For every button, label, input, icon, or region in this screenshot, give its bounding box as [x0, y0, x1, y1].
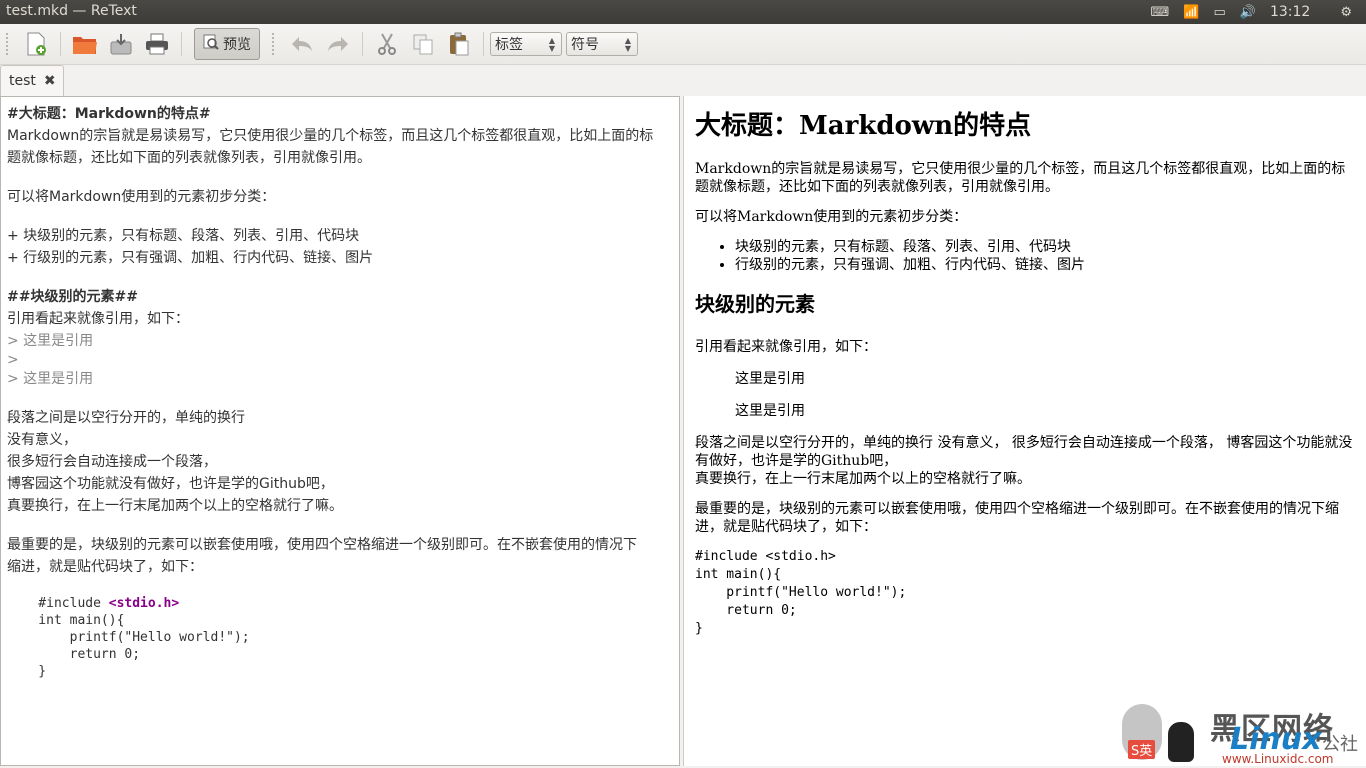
editor-line: ##块级别的元素## [7, 289, 138, 305]
top-panel: test.mkd — ReText ⌨ 📶 ▭ 🔊 13:12 ⚙ [0, 0, 1366, 24]
editor-line: + 行级别的元素，只有强调、加粗、行内代码、链接、图片 [7, 250, 374, 266]
preview-quote-line: 这里是引用 [735, 403, 805, 419]
magnifier-icon [203, 34, 219, 54]
penguin-icon [1168, 722, 1194, 762]
preview-paragraph: 引用看起来就像引用，如下： [695, 339, 877, 355]
editor-code-line: return 0; [7, 647, 141, 662]
editor-code-line: int main(){ [7, 613, 125, 628]
watermark-url: www.Linuxidc.com [1222, 752, 1334, 766]
editor-blank-line [7, 208, 673, 225]
redo-icon[interactable] [323, 29, 353, 59]
editor-line: 博客园这个功能就没有做好，也许是学的Github吧， [7, 476, 334, 492]
close-tab-icon[interactable]: ✖ [44, 73, 56, 89]
preview-paragraph: 段落之间是以空行分开的，单纯的换行 没有意义， 很多短行会自动连接成一个段落， … [695, 434, 1354, 488]
preview-quote-line: 这里是引用 [735, 371, 805, 387]
editor-line: 真要换行，在上一行末尾加两个以上的空格就行了嘛。 [7, 498, 343, 514]
editor-line: #大标题：Markdown的特点# [7, 106, 211, 122]
tab-bar: test ✖ [0, 65, 1366, 97]
editor-code-line: } [7, 664, 47, 679]
editor-blank-line [7, 578, 673, 595]
window-title: test.mkd — ReText [6, 3, 137, 19]
toolbar-separator [362, 32, 363, 56]
preview-paragraph: 最重要的是，块级别的元素可以嵌套使用哦，使用四个空格缩进一个级别即可。在不嵌套使… [695, 501, 1339, 535]
copy-icon[interactable] [408, 29, 438, 59]
editor-line: 引用看起来就像引用，如下： [7, 311, 189, 327]
html-preview: 大标题：Markdown的特点 Markdown的宗旨就是易读易写，它只使用很少… [683, 96, 1366, 766]
preview-button[interactable]: 预览 [194, 28, 260, 60]
tab-test[interactable]: test ✖ [0, 65, 64, 96]
preview-h2: 块级别的元素 [695, 292, 815, 316]
preview-paragraph: 可以将Markdown使用到的元素初步分类： [695, 209, 968, 225]
editor-line: Markdown的宗旨就是易读易写，它只使用很少量的几个标签，而且这几个标签都很… [7, 128, 654, 144]
editor-line: 题就像标题，还比如下面的列表就像列表，引用就像引用。 [7, 150, 371, 166]
battery-icon[interactable]: ▭ [1214, 5, 1226, 20]
preview-text: 段落之间是以空行分开的，单纯的换行 没有意义， 很多短行会自动连接成一个段落， … [695, 435, 1353, 469]
editor-line: 最重要的是，块级别的元素可以嵌套使用哦，使用四个空格缩进一个级别即可。在不嵌套使… [7, 537, 637, 553]
undo-icon[interactable] [287, 29, 317, 59]
editor-blank-line [7, 517, 673, 534]
keyboard-icon[interactable]: ⌨ [1151, 5, 1170, 20]
cut-icon[interactable] [372, 29, 402, 59]
editor-line: > 这里是引用 [7, 371, 94, 387]
preview-label: 预览 [223, 37, 251, 53]
markdown-editor[interactable]: #大标题：Markdown的特点# Markdown的宗旨就是易读易写，它只使用… [0, 96, 680, 766]
preview-text: 真要换行，在上一行末尾加两个以上的空格就行了嘛。 [695, 471, 1031, 487]
ime-indicator: S英 [1128, 740, 1156, 759]
editor-code-line: #include <stdio.h> [7, 595, 673, 612]
editor-line: + 块级别的元素，只有标题、段落、列表、引用、代码块 [7, 228, 360, 244]
editor-line: 很多短行会自动连接成一个段落， [7, 454, 217, 470]
code-text: #include [7, 596, 109, 611]
combobox-arrows-icon: ▲ ▼ [548, 36, 555, 53]
toolbar-separator [60, 32, 61, 56]
preview-code-block: #include <stdio.h> int main(){ printf("H… [695, 549, 907, 636]
tags-combobox-value: 标签 [495, 37, 523, 53]
editor-line: 可以将Markdown使用到的元素初步分类： [7, 189, 276, 205]
editor-line: 缩进，就是贴代码块了，如下： [7, 559, 203, 575]
toolbar-separator [181, 32, 182, 56]
combobox-arrows-icon: ▲ ▼ [624, 36, 631, 53]
code-include-header: <stdio.h> [108, 596, 180, 611]
editor-blank-line [7, 390, 673, 407]
preview-blockquote: 这里是引用 这里是引用 [735, 370, 1354, 420]
editor-line: > 这里是引用 [7, 333, 94, 349]
toolbar: 预览 标签 ▲ ▼ 符号 ▲ ▼ [0, 24, 1366, 65]
wifi-icon[interactable]: 📶 [1183, 5, 1199, 20]
new-document-icon[interactable] [21, 29, 51, 59]
save-icon[interactable] [106, 29, 136, 59]
symbols-combobox-value: 符号 [571, 37, 599, 53]
editor-blank-line [7, 169, 673, 186]
preview-list-item: 行级别的元素，只有强调、加粗、行内代码、链接、图片 [735, 256, 1354, 274]
clock[interactable]: 13:12 [1270, 4, 1310, 20]
preview-paragraph: Markdown的宗旨就是易读易写，它只使用很少量的几个标签，而且这几个标签都很… [695, 161, 1346, 195]
toolbar-grip[interactable] [272, 33, 278, 55]
preview-list: 块级别的元素，只有标题、段落、列表、引用、代码块 行级别的元素，只有强调、加粗、… [695, 238, 1354, 274]
open-folder-icon[interactable] [70, 29, 100, 59]
editor-line: 段落之间是以空行分开的，单纯的换行 [7, 410, 245, 426]
power-icon[interactable]: ⚙ [1340, 5, 1352, 20]
editor-line: 没有意义， [7, 432, 77, 448]
tab-label: test [9, 73, 36, 89]
watermark: S英 黑区网络 Linux 公社 www.Linuxidc.com [1122, 704, 1366, 768]
editor-blank-line [7, 269, 673, 286]
print-icon[interactable] [142, 29, 172, 59]
volume-icon[interactable]: 🔊 [1240, 5, 1256, 20]
editor-line: > [7, 352, 19, 368]
paste-icon[interactable] [444, 29, 474, 59]
symbols-combobox[interactable]: 符号 ▲ ▼ [566, 32, 638, 56]
preview-list-item: 块级别的元素，只有标题、段落、列表、引用、代码块 [735, 238, 1354, 256]
toolbar-grip[interactable] [6, 33, 12, 55]
tags-combobox[interactable]: 标签 ▲ ▼ [490, 32, 562, 56]
toolbar-separator [483, 32, 484, 56]
system-tray: ⌨ 📶 ▭ 🔊 13:12 ⚙ [1151, 0, 1366, 24]
preview-h1: 大标题：Markdown的特点 [695, 111, 1032, 141]
editor-code-line: printf("Hello world!"); [7, 630, 250, 645]
